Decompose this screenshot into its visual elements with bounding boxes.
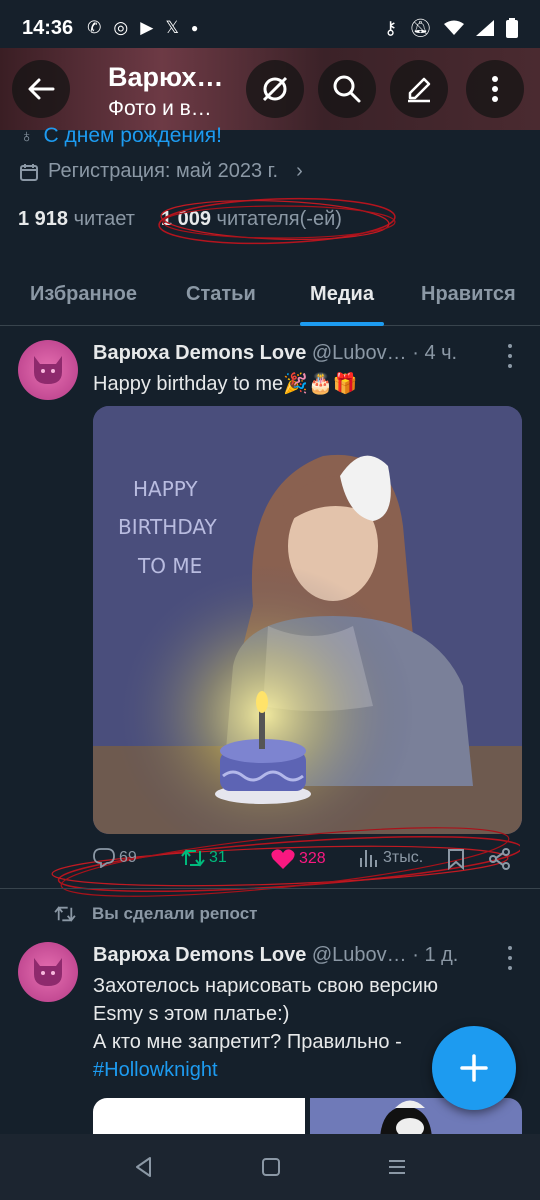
demon-face-icon bbox=[34, 356, 62, 384]
repost-icon bbox=[54, 906, 76, 922]
search-icon bbox=[333, 75, 361, 103]
views-icon bbox=[360, 850, 377, 867]
bookmark-icon bbox=[448, 849, 464, 870]
tab-label: Нравится bbox=[421, 282, 516, 305]
heart-icon bbox=[271, 849, 295, 869]
whatsapp-icon: ✆ bbox=[87, 18, 102, 37]
instagram-icon: ◎ bbox=[113, 18, 129, 37]
image-text-line: HAPPY bbox=[133, 477, 198, 501]
battery-icon bbox=[506, 18, 518, 38]
balloon-icon: ♁ bbox=[20, 125, 34, 146]
reply-count: 69 bbox=[119, 849, 137, 866]
author-handle[interactable]: @Lubov… bbox=[312, 342, 407, 364]
mute-icon: 🔕︎ bbox=[409, 17, 432, 38]
following-count: 1 918 bbox=[18, 208, 69, 230]
key-icon: ⚷ bbox=[383, 17, 398, 38]
birthday-text: С днем рождения! bbox=[43, 124, 222, 147]
birthday-line[interactable]: ♁ С днем рождения! bbox=[20, 124, 222, 148]
more-button[interactable] bbox=[466, 60, 524, 118]
tab-media[interactable]: Медиа bbox=[300, 262, 384, 326]
tab-label: Статьи bbox=[186, 282, 256, 305]
views-count: 3тыс. bbox=[383, 849, 424, 866]
media-thumbnail[interactable] bbox=[93, 1098, 305, 1138]
search-button[interactable] bbox=[318, 60, 376, 118]
tweet-header: Варюха Demons Love @Lubov… · 4 ч. bbox=[93, 342, 457, 365]
avatar[interactable] bbox=[18, 340, 78, 400]
recents-nav-icon[interactable] bbox=[387, 1157, 407, 1177]
signal-icon bbox=[476, 20, 494, 36]
reply-button[interactable]: 69 bbox=[93, 848, 137, 868]
tab-label: Избранное bbox=[30, 282, 138, 305]
registration-line[interactable]: Регистрация: май 2023 г. › bbox=[20, 160, 303, 183]
tab-articles[interactable]: Статьи bbox=[186, 262, 256, 326]
youtube-icon: ▶ bbox=[140, 18, 154, 37]
tab-likes[interactable]: Нравится bbox=[421, 262, 516, 326]
following-label: читает bbox=[73, 208, 135, 230]
system-nav-bar bbox=[0, 1134, 540, 1200]
profile-header: Варюх… Фото и в… bbox=[0, 48, 540, 130]
back-nav-icon[interactable] bbox=[133, 1156, 155, 1178]
author-handle[interactable]: @Lubov… bbox=[312, 944, 407, 966]
red-scribble-annotation bbox=[158, 197, 396, 245]
tweet-image[interactable]: HAPPY BIRTHDAY TO ME bbox=[93, 406, 522, 834]
home-nav-icon[interactable] bbox=[261, 1157, 281, 1177]
tweet-text-line: Esmy s этом платье:) bbox=[93, 1003, 290, 1025]
image-text-line: BIRTHDAY bbox=[118, 515, 217, 539]
tweet-time[interactable]: · 4 ч. bbox=[412, 342, 457, 364]
registration-text: Регистрация: май 2023 г. bbox=[48, 160, 279, 182]
tweet-actions: 69 31 328 3тыс. bbox=[93, 848, 523, 878]
reply-icon bbox=[93, 848, 115, 868]
grok-button[interactable] bbox=[246, 60, 304, 118]
author-name[interactable]: Варюха Demons Love bbox=[93, 944, 306, 966]
repost-icon bbox=[181, 849, 205, 867]
edit-icon bbox=[408, 77, 431, 103]
dot-icon: ● bbox=[191, 21, 199, 35]
back-button[interactable] bbox=[12, 60, 70, 118]
chevron-right-icon: › bbox=[296, 160, 303, 182]
image-text-line: TO ME bbox=[137, 554, 202, 578]
calendar-icon bbox=[20, 163, 38, 181]
tab-label: Медиа bbox=[310, 282, 374, 305]
birthday-drawing: HAPPY BIRTHDAY TO ME bbox=[93, 406, 522, 834]
author-name[interactable]: Варюха Demons Love bbox=[93, 342, 306, 364]
profile-subtitle: Фото и в… bbox=[108, 97, 212, 120]
repost-button[interactable]: 31 bbox=[181, 848, 227, 868]
profile-tabs: Избранное Статьи Медиа Нравится bbox=[0, 262, 540, 326]
tweet-more-button[interactable] bbox=[500, 946, 520, 970]
views-button[interactable]: 3тыс. bbox=[359, 848, 423, 868]
bookmark-button[interactable] bbox=[447, 848, 465, 870]
tweet-more-button[interactable] bbox=[500, 344, 520, 368]
profile-name: Варюх… bbox=[108, 62, 224, 92]
tab-favorites[interactable]: Избранное bbox=[30, 262, 137, 326]
status-time: 14:36 bbox=[22, 16, 74, 39]
tweet-header: Варюха Demons Love @Lubov… · 1 д. bbox=[93, 944, 458, 967]
like-count: 328 bbox=[299, 850, 326, 867]
like-button[interactable]: 328 bbox=[271, 848, 326, 870]
back-arrow-icon bbox=[28, 78, 55, 100]
x-icon: 𝕏 bbox=[165, 18, 180, 37]
following-link[interactable]: 1 918 читает bbox=[18, 208, 135, 231]
tweet-time[interactable]: · 1 д. bbox=[412, 944, 458, 966]
repost-count: 31 bbox=[209, 849, 227, 866]
wifi-icon bbox=[444, 20, 464, 35]
active-tab-indicator bbox=[300, 322, 384, 326]
grok-icon bbox=[262, 76, 288, 102]
share-button[interactable] bbox=[489, 848, 511, 870]
plus-icon bbox=[460, 1054, 488, 1082]
repost-notice-text: Вы сделали репост bbox=[92, 904, 258, 923]
edit-button[interactable] bbox=[390, 60, 448, 118]
avatar[interactable] bbox=[18, 942, 78, 1002]
divider bbox=[0, 888, 540, 889]
tweet-text-line: Захотелось нарисовать свою версию bbox=[93, 975, 438, 997]
share-icon bbox=[489, 848, 510, 870]
compose-button[interactable] bbox=[432, 1026, 516, 1110]
tweet-text: Happy birthday to me🎉🎂🎁 bbox=[93, 373, 358, 395]
demon-face-icon bbox=[34, 958, 62, 986]
more-icon bbox=[492, 76, 498, 102]
repost-notice: Вы сделали репост bbox=[54, 904, 258, 924]
